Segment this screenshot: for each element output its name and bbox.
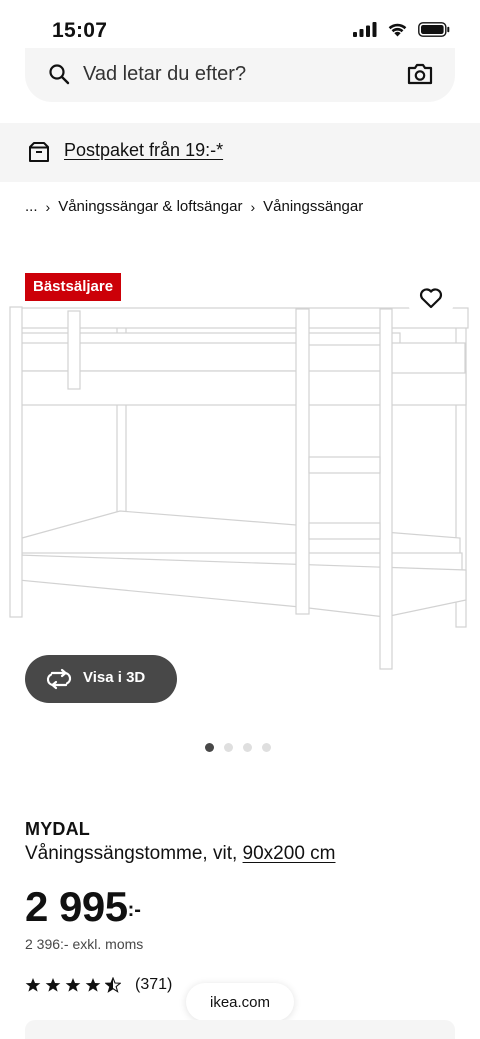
- delivery-link[interactable]: Postpaket från 19:-*: [64, 140, 223, 161]
- star-icon: [85, 978, 101, 992]
- carousel-dot[interactable]: [224, 743, 233, 752]
- star-icon: [45, 978, 61, 992]
- star-half-icon: [105, 977, 121, 993]
- rating-stars: [25, 977, 121, 993]
- delivery-banner: Postpaket från 19:-*: [0, 123, 480, 182]
- breadcrumb-separator: ›: [250, 198, 256, 215]
- price-suffix: :-: [127, 899, 141, 921]
- product-rating[interactable]: (371): [25, 976, 172, 994]
- status-icons: [353, 22, 450, 37]
- product-image[interactable]: [0, 255, 480, 695]
- product-name: MYDAL: [25, 819, 90, 839]
- rating-count[interactable]: (371): [135, 976, 172, 994]
- breadcrumb-separator: ›: [45, 198, 51, 215]
- bestseller-badge: Bästsäljare: [25, 273, 122, 301]
- search-bar[interactable]: Vad letar du efter?: [25, 48, 455, 102]
- wifi-icon: [388, 23, 407, 37]
- breadcrumb-item-bunk-beds[interactable]: Våningssängar: [263, 198, 363, 215]
- star-icon: [65, 978, 81, 992]
- cellular-signal-icon: [353, 22, 377, 37]
- parcel-icon: [29, 142, 49, 162]
- search-icon: [49, 64, 70, 85]
- favorite-button[interactable]: [407, 274, 455, 322]
- breadcrumb-item-more[interactable]: ...: [25, 198, 38, 215]
- battery-icon: [418, 22, 450, 37]
- status-time: 15:07: [52, 19, 108, 42]
- browser-url-pill[interactable]: ikea.com: [186, 983, 294, 1021]
- camera-search-icon[interactable]: [407, 62, 433, 86]
- carousel-dot[interactable]: [262, 743, 271, 752]
- price-excluding-vat: 2 396:- exkl. moms: [25, 936, 144, 952]
- star-icon: [25, 978, 41, 992]
- carousel-dot[interactable]: [205, 743, 214, 752]
- product-size-link[interactable]: 90x200 cm: [243, 843, 336, 864]
- price-amount: 2 995: [25, 883, 128, 930]
- view-in-3d-label: Visa i 3D: [83, 669, 146, 686]
- product-price: 2 995 :-: [25, 883, 141, 931]
- heart-icon: [419, 288, 443, 309]
- breadcrumb: ... › Våningssängar & loftsängar › Vånin…: [25, 198, 363, 215]
- search-input[interactable]: Vad letar du efter?: [83, 63, 246, 86]
- product-description: Våningssängstomme, vit, 90x200 cm: [25, 843, 336, 865]
- view-in-3d-button[interactable]: Visa i 3D: [25, 655, 177, 703]
- carousel-dot[interactable]: [243, 743, 252, 752]
- product-description-text: Våningssängstomme, vit,: [25, 843, 243, 864]
- breadcrumb-item-bunk-and-loft-beds[interactable]: Våningssängar & loftsängar: [58, 198, 242, 215]
- next-section-card: [25, 1020, 455, 1039]
- carousel-dots: [205, 743, 271, 752]
- rotate-3d-icon: [46, 668, 72, 690]
